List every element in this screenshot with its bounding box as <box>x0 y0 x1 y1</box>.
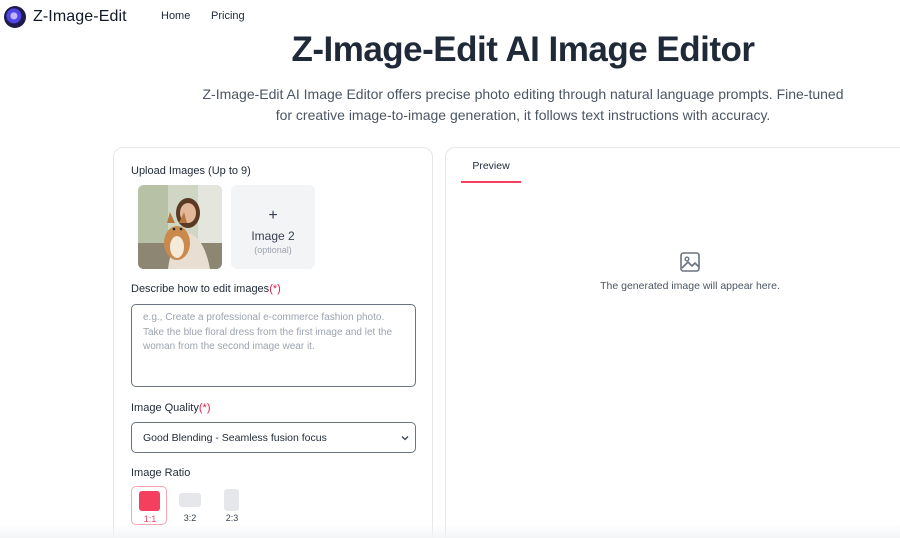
nav-home-link[interactable]: Home <box>161 10 190 22</box>
add-image-2-slot[interactable]: + Image 2 (optional) <box>231 185 315 269</box>
tab-preview[interactable]: Preview <box>461 148 521 183</box>
uploaded-image-thumbnail[interactable] <box>138 185 222 269</box>
slot2-label: Image 2 <box>251 229 295 243</box>
ratio-square-icon <box>139 491 160 511</box>
prompt-label: Describe how to edit images(*) <box>131 283 281 295</box>
quality-label-text: Image Quality <box>131 402 199 414</box>
plus-icon: + <box>268 207 278 224</box>
bottom-fade <box>0 524 900 538</box>
slot2-optional-note: (optional) <box>254 245 292 255</box>
ratio-option-label: 3:2 <box>183 513 197 523</box>
prompt-label-text: Describe how to edit images <box>131 283 270 295</box>
required-mark: (*) <box>198 402 211 414</box>
ratio-option-label: 2:3 <box>225 513 239 523</box>
nav-pricing-link[interactable]: Pricing <box>211 10 245 22</box>
ratio-option-2-3[interactable]: 2:3 <box>214 486 250 525</box>
ratio-option-1-1[interactable]: 1:1 <box>131 486 167 525</box>
top-nav: Z-Image-Edit Home Pricing <box>0 0 900 34</box>
ratio-option-label: 1:1 <box>143 514 157 524</box>
image-quality-value: Good Blending - Seamless fusion focus <box>143 432 327 444</box>
preview-panel: Preview The generated image will appear … <box>445 147 900 538</box>
edit-form-panel: Upload Images (Up to 9) + Image 2 (optio… <box>113 147 433 538</box>
edit-prompt-textarea[interactable] <box>131 304 416 387</box>
ratio-portrait-icon <box>224 489 239 511</box>
page-subtitle: Z-Image-Edit AI Image Editor offers prec… <box>202 86 844 123</box>
page-title: Z-Image-Edit AI Image Editor <box>291 30 755 69</box>
ratio-label: Image Ratio <box>131 467 191 479</box>
ratio-option-3-2[interactable]: 3:2 <box>172 486 208 525</box>
chevron-down-icon <box>401 436 409 441</box>
required-mark: (*) <box>269 283 281 295</box>
preview-empty-text: The generated image will appear here. <box>600 280 780 292</box>
image-quality-select[interactable]: Good Blending - Seamless fusion focus <box>131 422 416 453</box>
photo-woman-dog <box>138 185 222 269</box>
ratio-landscape-icon <box>179 493 201 507</box>
image-placeholder-icon <box>680 252 700 272</box>
upload-label: Upload Images (Up to 9) <box>131 165 251 177</box>
quality-label: Image Quality(*) <box>131 402 210 414</box>
brand-name[interactable]: Z-Image-Edit <box>33 8 127 26</box>
logo-icon[interactable] <box>4 6 26 28</box>
